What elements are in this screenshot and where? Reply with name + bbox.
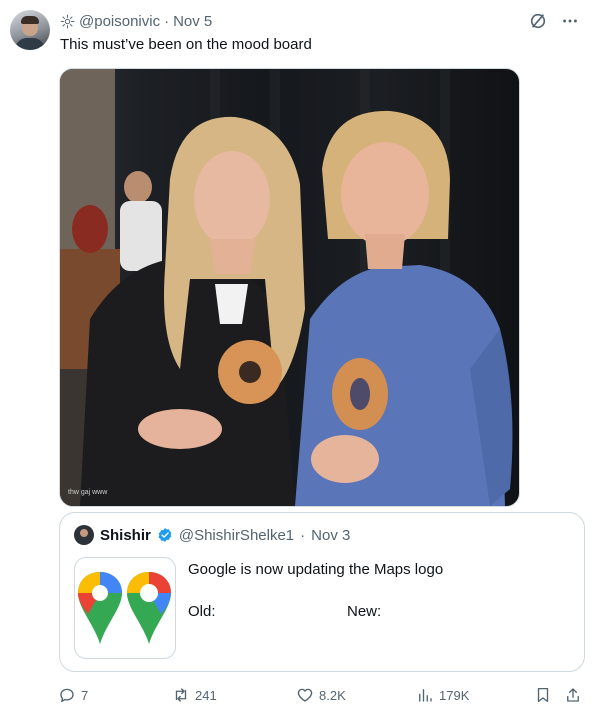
- photo-watermark: thw gaj www: [68, 489, 108, 496]
- share-button[interactable]: [564, 686, 582, 704]
- heart-icon: [297, 688, 313, 702]
- quote-text: Google is now updating the Maps logo: [188, 561, 444, 578]
- reply-button[interactable]: 7: [58, 686, 88, 704]
- quote-author-name[interactable]: Shishir: [100, 527, 151, 544]
- tweet-text: This must’ve been on the mood board: [60, 36, 312, 53]
- quote-author-handle[interactable]: @ShishirShelke1: [179, 527, 294, 544]
- community-badge-icon: [60, 14, 75, 29]
- slash-circle-icon[interactable]: [529, 12, 547, 30]
- more-dots-icon[interactable]: [561, 12, 579, 30]
- like-button[interactable]: 8.2K: [296, 686, 346, 704]
- quote-author-avatar[interactable]: [74, 525, 94, 545]
- bookmark-button[interactable]: [534, 686, 552, 704]
- tweet-photo[interactable]: thw gaj www: [59, 68, 520, 507]
- verified-badge-icon: [158, 528, 172, 542]
- reply-icon: [60, 688, 74, 703]
- bookmark-icon: [537, 687, 549, 703]
- quote-header: Shishir @ShishirShelke1 · Nov 3: [74, 525, 350, 545]
- reply-count: 7: [81, 687, 89, 703]
- quote-separator: ·: [300, 526, 306, 544]
- quote-old-label: Old:: [188, 603, 216, 620]
- maps-pins-icon: [78, 572, 171, 644]
- author-avatar[interactable]: [10, 10, 50, 50]
- header-separator: ·: [164, 13, 170, 30]
- repost-count: 241: [195, 687, 217, 703]
- views-bar-icon: [419, 689, 432, 702]
- photo-scene: thw gaj www: [60, 69, 513, 506]
- tweet-header: @poisonivic · Nov 5: [60, 13, 212, 30]
- quote-new-label: New:: [347, 603, 382, 620]
- tweet-action-bar: 7 241 8.2K 179K: [58, 686, 584, 706]
- share-icon: [567, 688, 579, 702]
- views-button[interactable]: 179K: [416, 686, 469, 704]
- views-count: 179K: [439, 687, 470, 703]
- quote-date[interactable]: Nov 3: [311, 527, 350, 544]
- like-count: 8.2K: [319, 687, 346, 703]
- tweet-date[interactable]: Nov 5: [173, 13, 212, 30]
- author-handle[interactable]: @poisonivic: [79, 13, 160, 30]
- repost-button[interactable]: 241: [172, 686, 217, 704]
- quote-media-thumbnail[interactable]: [74, 557, 176, 659]
- tweet-top-actions: [529, 12, 579, 30]
- repost-icon: [175, 688, 187, 702]
- quote-tweet[interactable]: Shishir @ShishirShelke1 · Nov 3 Google i…: [59, 512, 585, 672]
